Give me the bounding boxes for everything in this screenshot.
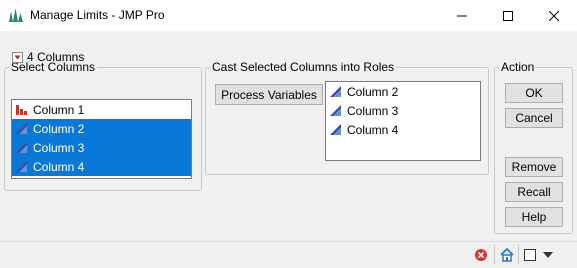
list-item[interactable]: Column 3 [12, 138, 191, 157]
status-bar [0, 241, 577, 268]
ok-button[interactable]: OK [505, 83, 563, 103]
list-item[interactable]: Column 4 [326, 120, 480, 139]
maximize-button[interactable] [485, 0, 531, 31]
columns-dropdown[interactable]: 4 Columns [12, 50, 84, 64]
continuous-triangle-icon [16, 123, 27, 134]
action-legend: Action [501, 60, 535, 74]
status-divider [494, 245, 495, 264]
recall-button[interactable]: Recall [505, 182, 563, 202]
minimize-button[interactable] [439, 0, 485, 31]
nominal-bar-icon [16, 105, 27, 115]
title-bar: Manage Limits - JMP Pro [0, 0, 577, 31]
list-item[interactable]: Column 2 [326, 82, 480, 101]
dropdown-arrow-icon[interactable] [540, 247, 556, 263]
list-item[interactable]: Column 4 [12, 157, 191, 176]
window-square-icon[interactable] [522, 247, 538, 263]
cast-roles-legend: Cast Selected Columns into Roles [212, 60, 395, 74]
maximize-icon [503, 10, 513, 21]
columns-dropdown-label: 4 Columns [27, 50, 85, 64]
close-button[interactable] [531, 0, 577, 31]
home-icon[interactable] [499, 247, 515, 263]
continuous-triangle-icon [330, 86, 341, 97]
status-divider [518, 245, 519, 264]
process-variables-button[interactable]: Process Variables [215, 84, 323, 105]
process-variables-list[interactable]: Column 2 Column 3 Column 4 [325, 81, 481, 161]
dropdown-triangle-icon [12, 51, 23, 63]
window-title: Manage Limits - JMP Pro [30, 8, 165, 22]
continuous-triangle-icon [16, 161, 27, 172]
minimize-icon [457, 15, 467, 16]
list-item[interactable]: Column 1 [12, 100, 191, 119]
select-columns-list[interactable]: Column 1 Column 2 Column 3 Column 4 [11, 99, 192, 179]
error-stop-icon[interactable] [473, 247, 489, 263]
help-button[interactable]: Help [505, 207, 563, 227]
close-icon [549, 10, 559, 21]
jmp-chart-icon [8, 7, 24, 23]
list-item[interactable]: Column 2 [12, 119, 191, 138]
continuous-triangle-icon [16, 142, 27, 153]
list-item[interactable]: Column 3 [326, 101, 480, 120]
continuous-triangle-icon [330, 105, 341, 116]
remove-button[interactable]: Remove [505, 157, 563, 177]
continuous-triangle-icon [330, 124, 341, 135]
cancel-button[interactable]: Cancel [505, 108, 563, 128]
